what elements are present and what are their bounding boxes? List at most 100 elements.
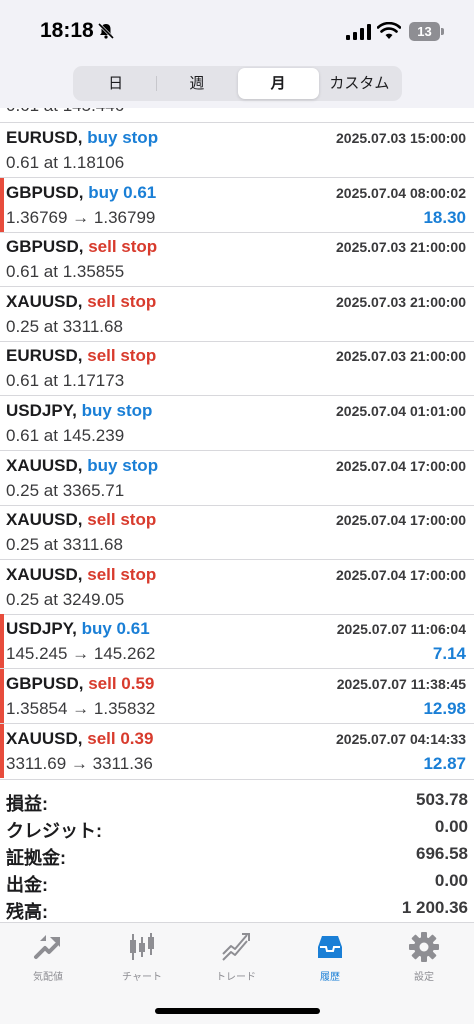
row-date: 2025.07.04 17:00:00	[336, 512, 466, 529]
row-title: GBPUSD, buy 0.61	[6, 183, 156, 203]
row-symbol: EURUSD,	[6, 128, 83, 147]
cellular-signal-icon	[346, 24, 371, 40]
row-order-type: sell stop	[87, 564, 157, 584]
summary-credit-row: クレジット: 0.00	[6, 817, 468, 845]
summary-label: 出金:	[6, 875, 48, 895]
battery-cap	[441, 28, 444, 35]
summary-value: 1 200.36	[401, 898, 468, 917]
summary-label: 証拠金:	[6, 848, 66, 868]
trade-icon	[222, 933, 250, 961]
row-title: XAUUSD, sell stop	[6, 510, 156, 530]
row-profit: 12.98	[423, 699, 466, 718]
row-date: 2025.07.04 17:00:00	[336, 566, 466, 583]
row-detail: 0.25 at 3365.71	[6, 480, 125, 500]
history-row[interactable]: XAUUSD, buy stop 2025.07.04 17:00:00 0.25 …	[0, 451, 474, 506]
row-detail: 0.61 at 1.18106	[6, 153, 125, 172]
history-row[interactable]: XAUUSD, sell stop 2025.07.03 21:00:00 0.25…	[0, 287, 474, 342]
history-row[interactable]: XAUUSD, sell stop 2025.07.04 17:00:00 0.25…	[0, 505, 474, 561]
summary-value: 696.58	[416, 844, 468, 863]
row-date: 2025.07.04 17:00:00	[336, 457, 466, 474]
row-date: 2025.07.03 21:00:00	[336, 293, 466, 310]
summary-value: 0.00	[434, 871, 468, 890]
history-row[interactable]: USDJPY, buy 0.61 2025.07.07 11:06:04 145.2…	[0, 614, 474, 670]
row-detail: 0.25 at 3249.05	[6, 589, 125, 609]
history-row[interactable]: EURUSD, buy stop 2025.07.03 15:00:00 0.61 …	[0, 123, 474, 178]
row-detail: 1.35854 → 1.35832	[6, 699, 156, 718]
home-indicator[interactable]	[155, 1008, 320, 1014]
row-date: 2025.07.04 08:00:02	[336, 184, 466, 201]
tab-history[interactable]: 履歴	[283, 923, 377, 993]
row-order-type: buy stop	[87, 128, 159, 147]
row-symbol: XAUUSD,	[6, 728, 83, 748]
history-row[interactable]: GBPUSD, buy 0.61 2025.07.04 08:00:02 1.367…	[0, 177, 474, 233]
summary-value: 503.78	[416, 790, 468, 809]
segment-week[interactable]: 週	[156, 68, 237, 99]
row-order-type: sell 0.59	[88, 674, 155, 693]
segment-custom[interactable]: カスタム	[319, 68, 400, 99]
row-date: 2025.07.03 21:00:00	[336, 239, 466, 256]
row-symbol: XAUUSD,	[6, 564, 83, 584]
tab-label: 気配値	[33, 972, 63, 983]
tab-label: チャート	[122, 972, 162, 983]
history-row[interactable]: EURUSD, sell stop 2025.07.03 21:00:00 0.61…	[0, 341, 474, 397]
tab-quotes[interactable]: 気配値	[1, 923, 95, 993]
row-symbol: USDJPY,	[6, 619, 77, 639]
row-title: XAUUSD, buy stop	[6, 456, 158, 476]
tab-label: トレード	[216, 972, 256, 983]
history-list[interactable]: 0.61 at 145.446 EURUSD, buy stop 2025.07.…	[0, 108, 474, 778]
row-order-type: sell stop	[87, 510, 157, 530]
row-profit: 18.30	[423, 207, 466, 227]
tab-chart[interactable]: チャート	[95, 923, 189, 993]
row-detail: 0.61 at 1.35855	[6, 262, 125, 282]
row-profit: 12.87	[423, 753, 466, 773]
history-row[interactable]: GBPUSD, sell 0.59 2025.07.07 11:38:45 1.35…	[0, 669, 474, 724]
tab-label: 履歴	[320, 972, 340, 983]
tab-trade[interactable]: トレード	[189, 923, 283, 993]
wifi-icon	[377, 22, 401, 39]
partial-row-detail: 0.61 at 145.446	[6, 108, 124, 116]
row-order-type: sell 0.39	[87, 728, 154, 748]
chart-icon	[130, 933, 154, 960]
row-symbol: GBPUSD,	[6, 674, 84, 693]
row-detail: 0.25 at 3311.68	[6, 535, 123, 555]
row-date: 2025.07.03 15:00:00	[336, 130, 466, 146]
tab-settings[interactable]: 設定	[377, 923, 471, 993]
row-title: XAUUSD, sell stop	[6, 292, 156, 312]
bell-slash-icon	[97, 22, 115, 40]
period-segmented-control: 日 週 月 カスタム	[73, 66, 402, 101]
row-date: 2025.07.07 04:14:33	[336, 730, 466, 747]
row-symbol: GBPUSD,	[6, 237, 84, 257]
row-title: GBPUSD, sell 0.59	[6, 674, 154, 694]
segment-day[interactable]: 日	[75, 68, 156, 99]
row-date: 2025.07.04 01:01:00	[336, 403, 466, 419]
summary-label: 残高:	[6, 902, 48, 922]
summary-margin-row: 証拠金: 696.58	[6, 844, 468, 872]
summary-profit-row: 損益: 503.78	[6, 790, 468, 818]
row-symbol: USDJPY,	[6, 401, 77, 420]
row-order-type: buy 0.61	[88, 182, 157, 202]
row-date: 2025.07.07 11:38:45	[336, 676, 466, 692]
history-row[interactable]: XAUUSD, sell 0.39 2025.07.07 04:14:33 3311…	[0, 723, 474, 778]
row-title: USDJPY, buy stop	[6, 401, 152, 421]
row-order-type: sell stop	[87, 346, 157, 366]
row-detail: 145.245 → 145.262	[6, 644, 156, 664]
row-detail: 0.61 at 1.17173	[6, 371, 125, 391]
row-symbol: XAUUSD,	[6, 291, 83, 311]
row-symbol: XAUUSD,	[6, 510, 83, 530]
row-detail: 3311.69 → 3311.36	[6, 753, 153, 773]
period-header: 日 週 月 カスタム	[0, 60, 474, 108]
row-order-type: sell stop	[88, 237, 158, 257]
status-bar: 18:18 13	[0, 0, 474, 60]
row-title: XAUUSD, sell 0.39	[6, 729, 153, 749]
history-row[interactable]: GBPUSD, sell stop 2025.07.03 21:00:00 0.61…	[0, 232, 474, 288]
history-row[interactable]: USDJPY, buy stop 2025.07.04 01:01:00 0.61 …	[0, 396, 474, 451]
settings-icon	[409, 932, 439, 962]
row-order-type: buy 0.61	[81, 619, 150, 639]
summary-value: 0.00	[434, 817, 468, 836]
account-summary: 損益: 503.78 クレジット: 0.00 証拠金: 696.58 出金: 0…	[0, 779, 474, 922]
segment-month[interactable]: 月	[237, 68, 319, 99]
row-profit: 7.14	[432, 644, 466, 664]
summary-label: クレジット:	[6, 821, 102, 841]
history-row[interactable]: XAUUSD, sell stop 2025.07.04 17:00:00 0.25…	[0, 560, 474, 615]
row-symbol: GBPUSD,	[6, 182, 84, 202]
